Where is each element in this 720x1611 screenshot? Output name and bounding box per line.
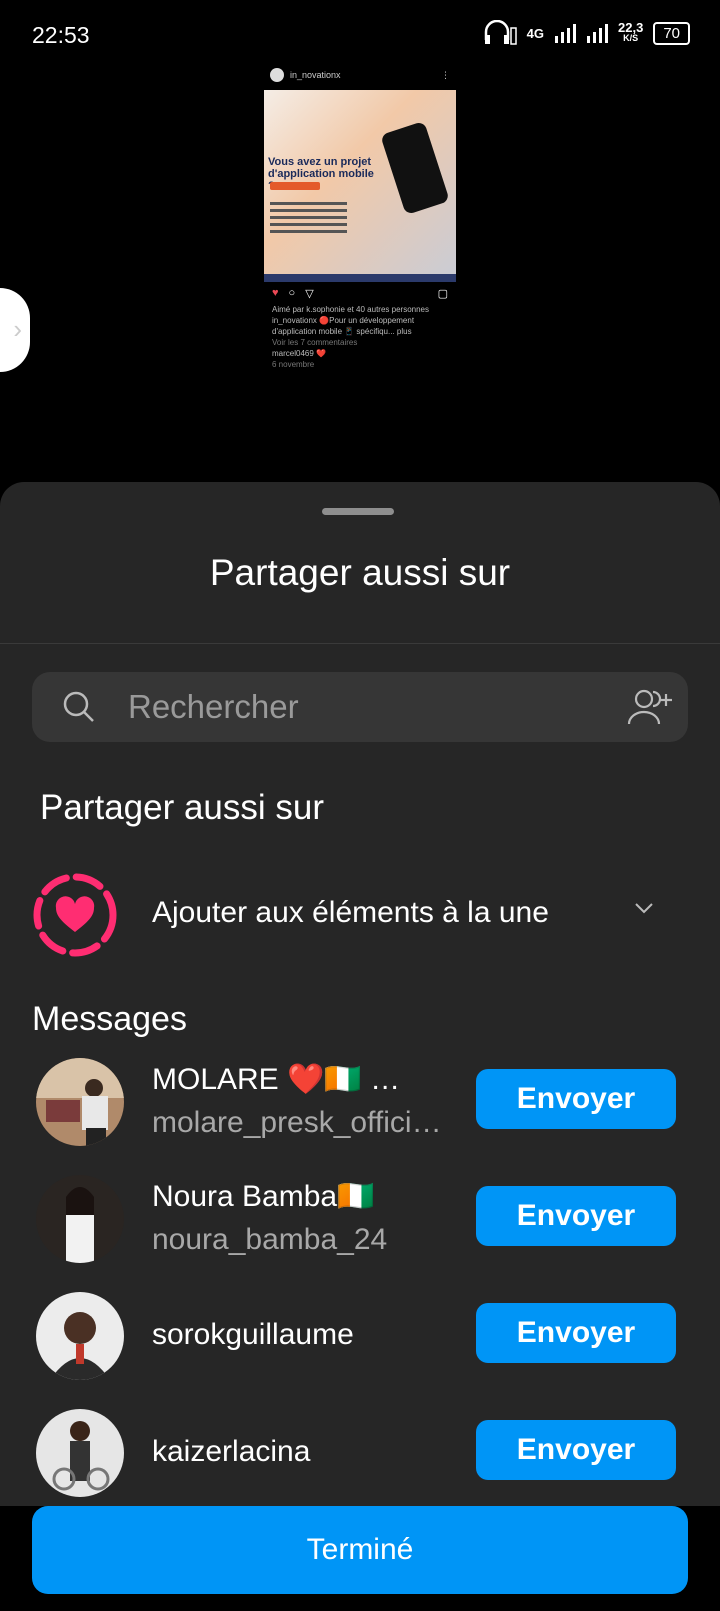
chevron-down-icon[interactable]: [632, 896, 656, 920]
contact-row: Noura Bamba🇨🇮 noura_bamba_24 Envoyer: [36, 1175, 676, 1263]
send-button[interactable]: Envoyer: [476, 1069, 676, 1129]
contact-row: sorokguillaume Envoyer: [36, 1292, 676, 1380]
post-actions: ♥ ○ ▽ ▢: [264, 282, 456, 304]
battery-icon: 70: [653, 21, 690, 45]
post-caption: in_novationx 🔴Pour un développement d'ap…: [272, 316, 415, 336]
side-panel-toggle[interactable]: ›: [0, 288, 30, 372]
post-bullets: [270, 198, 360, 237]
liked-by: Aimé par k.sophonie et 40 autres personn…: [272, 305, 429, 314]
post-badge: [270, 182, 320, 190]
add-to-highlights-row[interactable]: Ajouter aux éléments à la une: [32, 872, 688, 960]
status-time: 22:53: [32, 22, 90, 48]
send-button[interactable]: Envoyer: [476, 1186, 676, 1246]
search-placeholder: Rechercher: [128, 688, 299, 725]
avatar: [36, 1409, 124, 1497]
messages-title: Messages: [32, 1000, 187, 1038]
contact-username: molare_presk_offici…: [152, 1106, 442, 1139]
avatar: [36, 1292, 124, 1380]
done-button[interactable]: Terminé: [32, 1506, 688, 1594]
send-button[interactable]: Envoyer: [476, 1303, 676, 1363]
more-icon: ⋮: [441, 69, 450, 80]
signal-icon: [555, 24, 576, 43]
signal-icon-2: [587, 24, 608, 43]
post-date: 6 novembre: [272, 360, 315, 369]
post-image: Vous avez un projet d'application mobile…: [264, 90, 456, 282]
bookmark-icon: ▢: [437, 287, 448, 300]
contact-row: MOLARE ❤️🇨🇮 … molare_presk_offici… Envoy…: [36, 1058, 676, 1146]
chevron-right-icon: ›: [13, 314, 22, 344]
avatar: [36, 1058, 124, 1146]
headphones-icon: [484, 20, 517, 45]
view-comments: Voir les 7 commentaires: [272, 338, 358, 347]
post-header: in_novationx ⋮: [264, 60, 456, 90]
contact-name: MOLARE ❤️🇨🇮 …: [152, 1063, 401, 1096]
share-sheet: Partager aussi sur Rechercher Partager a…: [0, 482, 720, 1611]
post-preview: in_novationx ⋮ Vous avez un projet d'app…: [264, 60, 456, 390]
post-footer-strip: [264, 274, 456, 282]
speed-indicator: 22,3 K/S: [618, 20, 644, 44]
post-username: in_novationx: [290, 70, 341, 80]
search-icon: [63, 691, 94, 722]
add-people-icon[interactable]: [626, 688, 674, 726]
share-section-title: Partager aussi sur: [40, 788, 325, 827]
divider: [0, 643, 720, 644]
highlight-label: Ajouter aux éléments à la une: [152, 896, 549, 929]
send-button[interactable]: Envoyer: [476, 1420, 676, 1480]
contact-name: sorokguillaume: [152, 1318, 354, 1351]
post-avatar: [270, 68, 284, 82]
avatar: [36, 1175, 124, 1263]
speed-unit: K/S: [623, 33, 639, 43]
highlight-heart-icon: [33, 873, 117, 957]
post-comment: marcel0469 ❤️: [272, 349, 326, 358]
post-meta: Aimé par k.sophonie et 40 autres personn…: [264, 304, 456, 370]
search-input[interactable]: Rechercher: [32, 672, 688, 742]
contact-username: noura_bamba_24: [152, 1223, 388, 1256]
contact-name: Noura Bamba🇨🇮: [152, 1180, 375, 1213]
status-icons: 4G 22,3 K/S 70: [483, 20, 690, 46]
contact-row: kaizerlacina Envoyer: [36, 1409, 676, 1497]
speed-value: 22,3: [618, 20, 644, 35]
network-label: 4G: [526, 25, 544, 41]
phone-graphic: [380, 120, 450, 216]
comment-icon: ○: [288, 287, 296, 299]
heart-icon: ♥: [272, 287, 279, 299]
headline-line-1: Vous avez un projet: [268, 156, 372, 168]
sheet-title: Partager aussi sur: [209, 552, 511, 593]
sheet-drag-handle[interactable]: [322, 508, 394, 515]
contact-name: kaizerlacina: [152, 1435, 311, 1468]
share-icon: ▽: [305, 287, 314, 300]
